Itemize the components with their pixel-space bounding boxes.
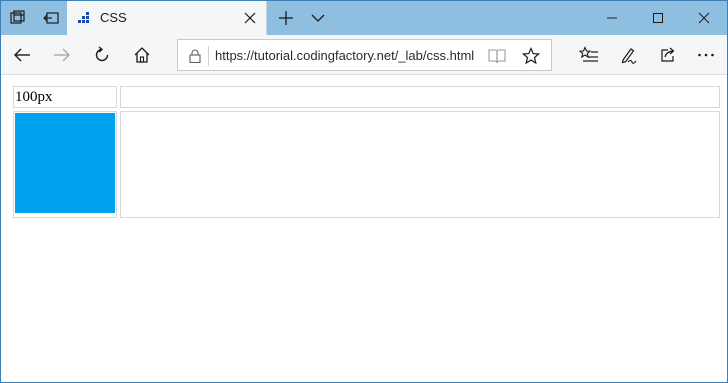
table-cell: 100px (13, 86, 117, 108)
home-button[interactable] (127, 40, 157, 70)
close-tab-icon[interactable] (243, 11, 257, 25)
share-button[interactable] (652, 40, 682, 70)
new-tab-icon (278, 11, 293, 25)
set-aside-tabs-button[interactable] (34, 1, 67, 35)
add-notes-button[interactable] (613, 40, 643, 70)
back-icon (14, 48, 30, 62)
minimize-button[interactable] (589, 1, 635, 35)
table-cell (120, 86, 720, 108)
refresh-icon (95, 46, 109, 62)
set-aside-tabs-icon (42, 12, 59, 24)
share-icon (661, 47, 675, 62)
tab-preview-button[interactable] (301, 1, 334, 35)
home-icon (134, 47, 150, 63)
title-bar: CSS (1, 1, 727, 35)
width-label: 100px (15, 89, 53, 105)
page-viewport: 100px (1, 76, 727, 382)
url-text[interactable]: https://tutorial.codingfactory.net/_lab/… (215, 48, 474, 63)
tab-title: CSS (100, 10, 127, 25)
favorites-list-icon (579, 46, 598, 62)
back-button[interactable] (7, 40, 37, 70)
more-button[interactable] (691, 40, 721, 70)
reading-view-icon[interactable] (488, 48, 506, 64)
table-row: 100px (13, 86, 720, 108)
close-icon (698, 12, 710, 24)
forward-button[interactable] (47, 40, 77, 70)
table-row (13, 111, 720, 218)
maximize-button[interactable] (635, 1, 681, 35)
tab-css[interactable]: CSS (67, 1, 267, 35)
refresh-button[interactable] (87, 40, 117, 70)
more-icon (698, 53, 714, 57)
favorites-list-button[interactable] (574, 40, 604, 70)
forward-icon (54, 48, 70, 62)
close-window-button[interactable] (681, 1, 727, 35)
navigation-bar: https://tutorial.codingfactory.net/_lab/… (1, 35, 727, 75)
address-bar[interactable]: https://tutorial.codingfactory.net/_lab/… (177, 39, 552, 71)
pen-icon (621, 48, 637, 64)
address-divider (208, 46, 209, 66)
lock-icon[interactable] (189, 49, 201, 63)
tab-actions-button[interactable] (1, 1, 34, 35)
tab-preview-icon (311, 14, 324, 22)
tab-actions-icon (9, 10, 25, 24)
new-tab-button[interactable] (269, 1, 302, 35)
table-cell (13, 111, 117, 218)
table-cell (120, 111, 720, 218)
favorite-star-icon[interactable] (522, 47, 540, 65)
minimize-icon (607, 17, 617, 19)
blue-box (15, 113, 115, 213)
maximize-icon (653, 13, 663, 23)
site-favicon-icon (78, 12, 89, 23)
layout-table: 100px (10, 83, 723, 221)
